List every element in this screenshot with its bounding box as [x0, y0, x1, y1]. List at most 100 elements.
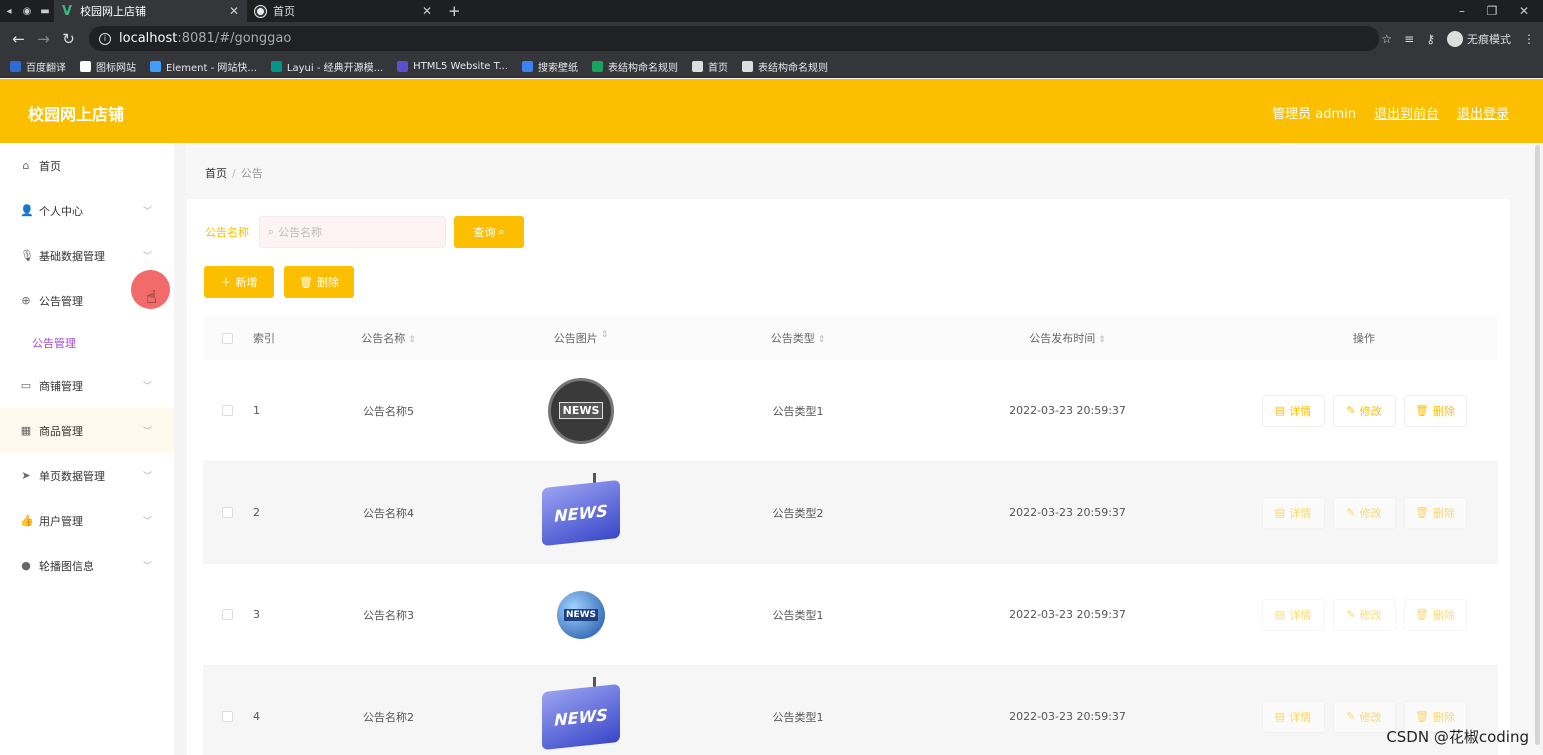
breadcrumb-home[interactable]: 首页	[205, 167, 227, 180]
bookmark-icon	[592, 60, 604, 72]
logout-link[interactable]: 退出登录	[1457, 103, 1509, 122]
sidebar-item-label: 首页	[39, 159, 61, 173]
row-checkbox[interactable]	[221, 711, 233, 722]
sort-icon[interactable]: ⇕	[408, 335, 416, 345]
address-bar-row: ← → ↻ i localhost:8081/#/gonggao	[0, 22, 1543, 55]
query-button[interactable]: 查询 ⌕	[454, 216, 524, 248]
globe-icon[interactable]: ◉	[18, 0, 36, 22]
bookmark-label: Element - 网站快...	[166, 62, 257, 74]
bookmark-item[interactable]: 搜索壁纸	[522, 59, 578, 74]
sidebar-item-label: 个人中心	[39, 204, 83, 218]
sort-icon[interactable]: ⇕	[818, 335, 826, 345]
notice-table: 索引 公告名称 ⇕ 公告图片 ⇕ 公告类型 ⇕ 公告发布时间 ⇕ 操作 1 公告名称5 NE…	[203, 316, 1498, 755]
notice-image: NEWS	[541, 371, 621, 451]
key-icon[interactable]: ⚷	[1426, 32, 1435, 46]
tab-active[interactable]: V 校园网上店铺 ✕	[54, 0, 247, 22]
edit-button[interactable]: ✎ 修改	[1332, 598, 1396, 631]
delete-button[interactable]: 🗑 删除	[1403, 598, 1467, 631]
row-checkbox[interactable]	[221, 405, 233, 416]
bookmark-item[interactable]: Element - 网站快...	[150, 59, 257, 74]
scrollbar-thumb[interactable]	[1535, 145, 1540, 745]
sidebar-subitem[interactable]: 公告管理	[0, 323, 174, 363]
reading-list-icon[interactable]: ≡	[1404, 32, 1414, 46]
bookmark-item[interactable]: 图标网站	[80, 59, 136, 74]
delete-button-label: 删除	[1432, 404, 1455, 418]
col-header-name[interactable]: 公告名称 ⇕	[306, 330, 471, 346]
select-all-checkbox[interactable]	[221, 332, 233, 344]
table-row[interactable]: 2 公告名称4 NEWS 公告类型2 2022-03-23 20:59:37 ▤ 详情 ✎ 修改…	[203, 462, 1498, 564]
sidebar-item[interactable]: 👍 用户管理 ﹀	[0, 498, 174, 543]
url-input[interactable]: i localhost:8081/#/gonggao	[89, 26, 1379, 51]
sidebar-item[interactable]: ➤ 单页数据管理 ﹀	[0, 453, 174, 498]
microphone-icon: 🎙	[20, 249, 34, 262]
back-icon[interactable]: ←	[6, 30, 31, 48]
browser-tab-bar: ◂ ◉ ▬ V 校园网上店铺 ✕ 首页 ✕ + – ❐ ✕	[0, 0, 1543, 22]
restore-icon[interactable]: ❐	[1477, 0, 1507, 22]
sidebar-item-label: 公告管理	[39, 294, 83, 308]
detail-button[interactable]: ▤ 详情	[1261, 700, 1325, 733]
add-button[interactable]: ＋ 新增	[204, 266, 274, 298]
hand-cursor-icon: ☝	[146, 287, 157, 308]
batch-delete-button[interactable]: 🗑 删除	[284, 266, 354, 298]
search-input[interactable]: ⌕ 公告名称	[259, 216, 446, 248]
tab-inactive[interactable]: 首页 ✕	[247, 0, 440, 22]
menu-icon[interactable]: ⋮	[1523, 32, 1535, 46]
bookmark-item[interactable]: Layui - 经典开源模...	[270, 59, 383, 74]
close-window-icon[interactable]: ✕	[1509, 0, 1539, 22]
mute-icon[interactable]: ◂	[0, 0, 18, 22]
minimize-icon[interactable]: –	[1447, 0, 1477, 22]
table-row[interactable]: 1 公告名称5 NEWS 公告类型1 2022-03-23 20:59:37 ▤ 详情 ✎ 修改…	[203, 360, 1498, 462]
new-tab-icon[interactable]: +	[448, 2, 461, 20]
edit-button[interactable]: ✎ 修改	[1332, 394, 1396, 427]
sort-icon[interactable]: ⇕	[601, 330, 609, 346]
bookmark-item[interactable]: HTML5 Website T...	[397, 60, 509, 72]
bookmark-icon	[80, 60, 91, 72]
row-checkbox[interactable]	[221, 609, 233, 620]
grid-icon: ▦	[20, 424, 32, 437]
star-icon[interactable]: ☆	[1381, 32, 1392, 46]
notice-image: NEWS	[541, 575, 621, 655]
detail-button[interactable]: ▤ 详情	[1261, 598, 1325, 631]
cell-operations: ▤ 详情 ✎ 修改 🗑 删除	[1230, 496, 1498, 529]
to-front-link[interactable]: 退出到前台	[1374, 103, 1439, 122]
cell-image: NEWS	[471, 371, 691, 451]
search-icon: ⌕	[268, 225, 275, 238]
sidebar-item[interactable]: ● 轮播图信息 ﹀	[0, 543, 174, 588]
window-icon[interactable]: ▬	[36, 0, 54, 22]
tab-close-icon[interactable]: ✕	[422, 4, 432, 18]
col-header-time[interactable]: 公告发布时间 ⇕	[905, 330, 1230, 346]
delete-button[interactable]: 🗑 删除	[1403, 394, 1467, 427]
bookmark-icon	[692, 60, 704, 72]
bookmark-item[interactable]: 百度翻译	[10, 59, 66, 74]
col-header-image[interactable]: 公告图片 ⇕	[471, 330, 691, 346]
edit-button[interactable]: ✎ 修改	[1332, 496, 1396, 529]
bookmark-item[interactable]: 首页	[692, 59, 728, 74]
detail-button[interactable]: ▤ 详情	[1261, 496, 1325, 529]
edit-button-label: 修改	[1359, 404, 1382, 418]
row-checkbox[interactable]	[221, 507, 233, 518]
reload-icon[interactable]: ↻	[56, 30, 81, 48]
sidebar-item[interactable]: ▦ 商品管理 ﹀	[0, 408, 174, 453]
bookmark-label: HTML5 Website T...	[413, 60, 509, 72]
incognito-indicator[interactable]: 无痕模式	[1447, 30, 1511, 47]
sidebar-item[interactable]: 👤 个人中心 ﹀	[0, 188, 174, 233]
info-icon[interactable]: i	[99, 32, 111, 45]
bookmark-icon	[270, 60, 282, 72]
bookmark-icon	[742, 60, 754, 72]
bookmark-item[interactable]: 表结构命名规则	[592, 59, 678, 74]
col-header-index: 索引	[253, 332, 275, 345]
sidebar-item[interactable]: ⌂ 首页	[0, 143, 174, 188]
detail-button[interactable]: ▤ 详情	[1261, 394, 1325, 427]
tab-close-icon[interactable]: ✕	[229, 4, 239, 18]
forward-icon[interactable]: →	[31, 30, 56, 48]
table-row[interactable]: 4 公告名称2 NEWS 公告类型1 2022-03-23 20:59:37 ▤ 详情 ✎ 修改…	[203, 666, 1498, 755]
delete-button[interactable]: 🗑 删除	[1403, 496, 1467, 529]
document-icon: ▤	[1274, 404, 1286, 417]
table-row[interactable]: 3 公告名称3 NEWS 公告类型1 2022-03-23 20:59:37 ▤ 详情 ✎ 修改…	[203, 564, 1498, 666]
col-header-type[interactable]: 公告类型 ⇕	[691, 330, 905, 346]
edit-icon: ✎	[1346, 710, 1356, 723]
bookmark-item[interactable]: 表结构命名规则	[742, 59, 828, 74]
sort-icon[interactable]: ⇕	[1098, 335, 1106, 345]
chevron-down-icon: ﹀	[142, 382, 152, 392]
sidebar-item[interactable]: ▭ 商铺管理 ﹀	[0, 363, 174, 408]
